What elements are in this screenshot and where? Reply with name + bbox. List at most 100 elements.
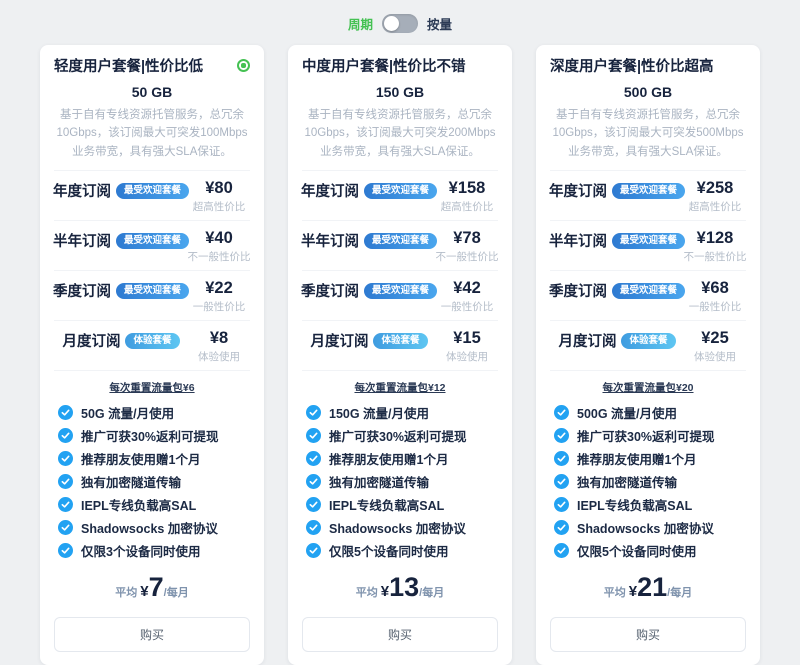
- plan-note: 不一般性价比: [188, 251, 251, 264]
- plan-main: 季度订阅 最受欢迎套餐 ¥42 一般性价比: [302, 278, 498, 314]
- feature-text: 独有加密隧道传输: [81, 472, 181, 491]
- average-amount: 21: [637, 572, 667, 602]
- feature-item: Shadowsocks 加密协议: [58, 516, 250, 539]
- feature-item: IEPL专线负载高SAL: [306, 493, 498, 516]
- quota-label: 500 GB: [550, 84, 746, 100]
- check-circle-icon: [306, 497, 321, 512]
- feature-item: 150G 流量/月使用: [306, 401, 498, 424]
- check-circle-icon: [306, 451, 321, 466]
- plan-row[interactable]: 季度订阅 最受欢迎套餐 ¥68 一般性价比: [550, 271, 746, 321]
- plan-main: 年度订阅 最受欢迎套餐 ¥80 超高性价比: [54, 178, 250, 214]
- plan-price: ¥42: [453, 278, 481, 298]
- check-circle-icon: [58, 451, 73, 466]
- plan-note: 一般性价比: [193, 301, 246, 314]
- feature-item: 推广可获30%返利可提现: [554, 424, 746, 447]
- check-circle-icon: [554, 474, 569, 489]
- plan-right: ¥80 超高性价比: [188, 178, 250, 214]
- plan-left: 月度订阅 体验套餐: [302, 328, 436, 351]
- plan-row[interactable]: 半年订阅 最受欢迎套餐 ¥78 不一般性价比: [302, 221, 498, 271]
- reset-pack-link[interactable]: 每次重置流量包¥20: [550, 380, 746, 395]
- feature-text: Shadowsocks 加密协议: [577, 518, 714, 537]
- plan-row[interactable]: 季度订阅 最受欢迎套餐 ¥42 一般性价比: [302, 271, 498, 321]
- plan-main: 半年订阅 最受欢迎套餐 ¥40 不一般性价比: [54, 228, 250, 264]
- plan-row[interactable]: 半年订阅 最受欢迎套餐 ¥40 不一般性价比: [54, 221, 250, 271]
- average-price: 平均¥7/每月: [54, 572, 250, 608]
- plan-row[interactable]: 年度订阅 最受欢迎套餐 ¥258 超高性价比: [550, 171, 746, 221]
- plan-main: 月度订阅 体验套餐 ¥15 体验使用: [302, 328, 498, 364]
- feature-item: 仅限5个设备同时使用: [306, 539, 498, 562]
- plan-right: ¥40 不一般性价比: [188, 228, 250, 264]
- card-header: 轻度用户套餐|性价比低: [54, 58, 250, 77]
- feature-text: Shadowsocks 加密协议: [329, 518, 466, 537]
- quota-label: 150 GB: [302, 84, 498, 100]
- check-circle-icon: [306, 520, 321, 535]
- toggle-knob: [384, 16, 399, 31]
- reset-pack-link[interactable]: 每次重置流量包¥6: [54, 380, 250, 395]
- plan-note: 一般性价比: [441, 301, 494, 314]
- plan-price: ¥128: [697, 228, 734, 248]
- plan-note: 体验使用: [198, 351, 240, 364]
- feature-item: 独有加密隧道传输: [554, 470, 746, 493]
- feature-text: 仅限5个设备同时使用: [577, 541, 696, 560]
- plan-row[interactable]: 年度订阅 最受欢迎套餐 ¥158 超高性价比: [302, 171, 498, 221]
- currency-symbol: ¥: [140, 583, 148, 600]
- plan-badge: 最受欢迎套餐: [612, 233, 685, 249]
- plan-main: 半年订阅 最受欢迎套餐 ¥128 不一般性价比: [550, 228, 746, 264]
- plan-note: 超高性价比: [193, 201, 246, 214]
- check-circle-icon: [554, 520, 569, 535]
- plan-right: ¥258 超高性价比: [684, 178, 746, 214]
- plan-badge: 最受欢迎套餐: [116, 233, 189, 249]
- feature-text: IEPL专线负载高SAL: [577, 495, 692, 514]
- card-description: 基于自有专线资源托管服务，总冗余 10Gbps，该订阅最大可突发200Mbps业…: [304, 106, 496, 161]
- plan-right: ¥42 一般性价比: [436, 278, 498, 314]
- feature-item: 推广可获30%返利可提现: [306, 424, 498, 447]
- feature-text: 150G 流量/月使用: [329, 403, 429, 422]
- check-circle-icon: [554, 428, 569, 443]
- plan-row[interactable]: 年度订阅 最受欢迎套餐 ¥80 超高性价比: [54, 171, 250, 221]
- pricing-cards-row: 轻度用户套餐|性价比低 50 GB 基于自有专线资源托管服务，总冗余 10Gbp…: [0, 43, 800, 665]
- plan-row[interactable]: 月度订阅 体验套餐 ¥25 体验使用: [550, 321, 746, 371]
- plan-left: 半年订阅 最受欢迎套餐: [302, 228, 436, 251]
- plan-label: 半年订阅: [301, 230, 359, 251]
- plan-note: 一般性价比: [689, 301, 742, 314]
- plan-label: 月度订阅: [558, 330, 616, 351]
- plan-row[interactable]: 季度订阅 最受欢迎套餐 ¥22 一般性价比: [54, 271, 250, 321]
- reset-pack-link[interactable]: 每次重置流量包¥12: [302, 380, 498, 395]
- buy-button[interactable]: 购买: [54, 617, 250, 652]
- card-title: 深度用户套餐|性价比超高: [550, 58, 714, 77]
- plan-price: ¥8: [210, 328, 228, 348]
- check-circle-icon: [58, 428, 73, 443]
- plan-left: 月度订阅 体验套餐: [54, 328, 188, 351]
- card-header: 中度用户套餐|性价比不错: [302, 58, 498, 77]
- plan-left: 半年订阅 最受欢迎套餐: [54, 228, 188, 251]
- feature-text: 推广可获30%返利可提现: [577, 426, 715, 445]
- feature-text: 独有加密隧道传输: [577, 472, 677, 491]
- plan-label: 季度订阅: [301, 280, 359, 301]
- plan-right: ¥158 超高性价比: [436, 178, 498, 214]
- plan-badge: 最受欢迎套餐: [364, 283, 437, 299]
- plan-price: ¥40: [205, 228, 233, 248]
- plan-row[interactable]: 月度订阅 体验套餐 ¥8 体验使用: [54, 321, 250, 371]
- plan-note: 超高性价比: [689, 201, 742, 214]
- plan-note: 不一般性价比: [684, 251, 747, 264]
- buy-button[interactable]: 购买: [302, 617, 498, 652]
- card-description: 基于自有专线资源托管服务，总冗余 10Gbps，该订阅最大可突发500Mbps业…: [552, 106, 744, 161]
- feature-text: 500G 流量/月使用: [577, 403, 677, 422]
- buy-button[interactable]: 购买: [550, 617, 746, 652]
- feature-item: 50G 流量/月使用: [58, 401, 250, 424]
- plan-note: 超高性价比: [441, 201, 494, 214]
- billing-toggle-switch[interactable]: [382, 14, 418, 33]
- pricing-card: 深度用户套餐|性价比超高 500 GB 基于自有专线资源托管服务，总冗余 10G…: [536, 45, 760, 665]
- feature-item: 独有加密隧道传输: [58, 470, 250, 493]
- feature-text: 推广可获30%返利可提现: [81, 426, 219, 445]
- plan-price: ¥78: [453, 228, 481, 248]
- plan-row[interactable]: 半年订阅 最受欢迎套餐 ¥128 不一般性价比: [550, 221, 746, 271]
- feature-text: Shadowsocks 加密协议: [81, 518, 218, 537]
- check-circle-icon: [58, 497, 73, 512]
- plan-note: 体验使用: [694, 351, 736, 364]
- plan-note: 不一般性价比: [436, 251, 499, 264]
- plan-row[interactable]: 月度订阅 体验套餐 ¥15 体验使用: [302, 321, 498, 371]
- feature-text: 50G 流量/月使用: [81, 403, 174, 422]
- check-circle-icon: [554, 405, 569, 420]
- card-description: 基于自有专线资源托管服务，总冗余 10Gbps，该订阅最大可突发100Mbps业…: [56, 106, 248, 161]
